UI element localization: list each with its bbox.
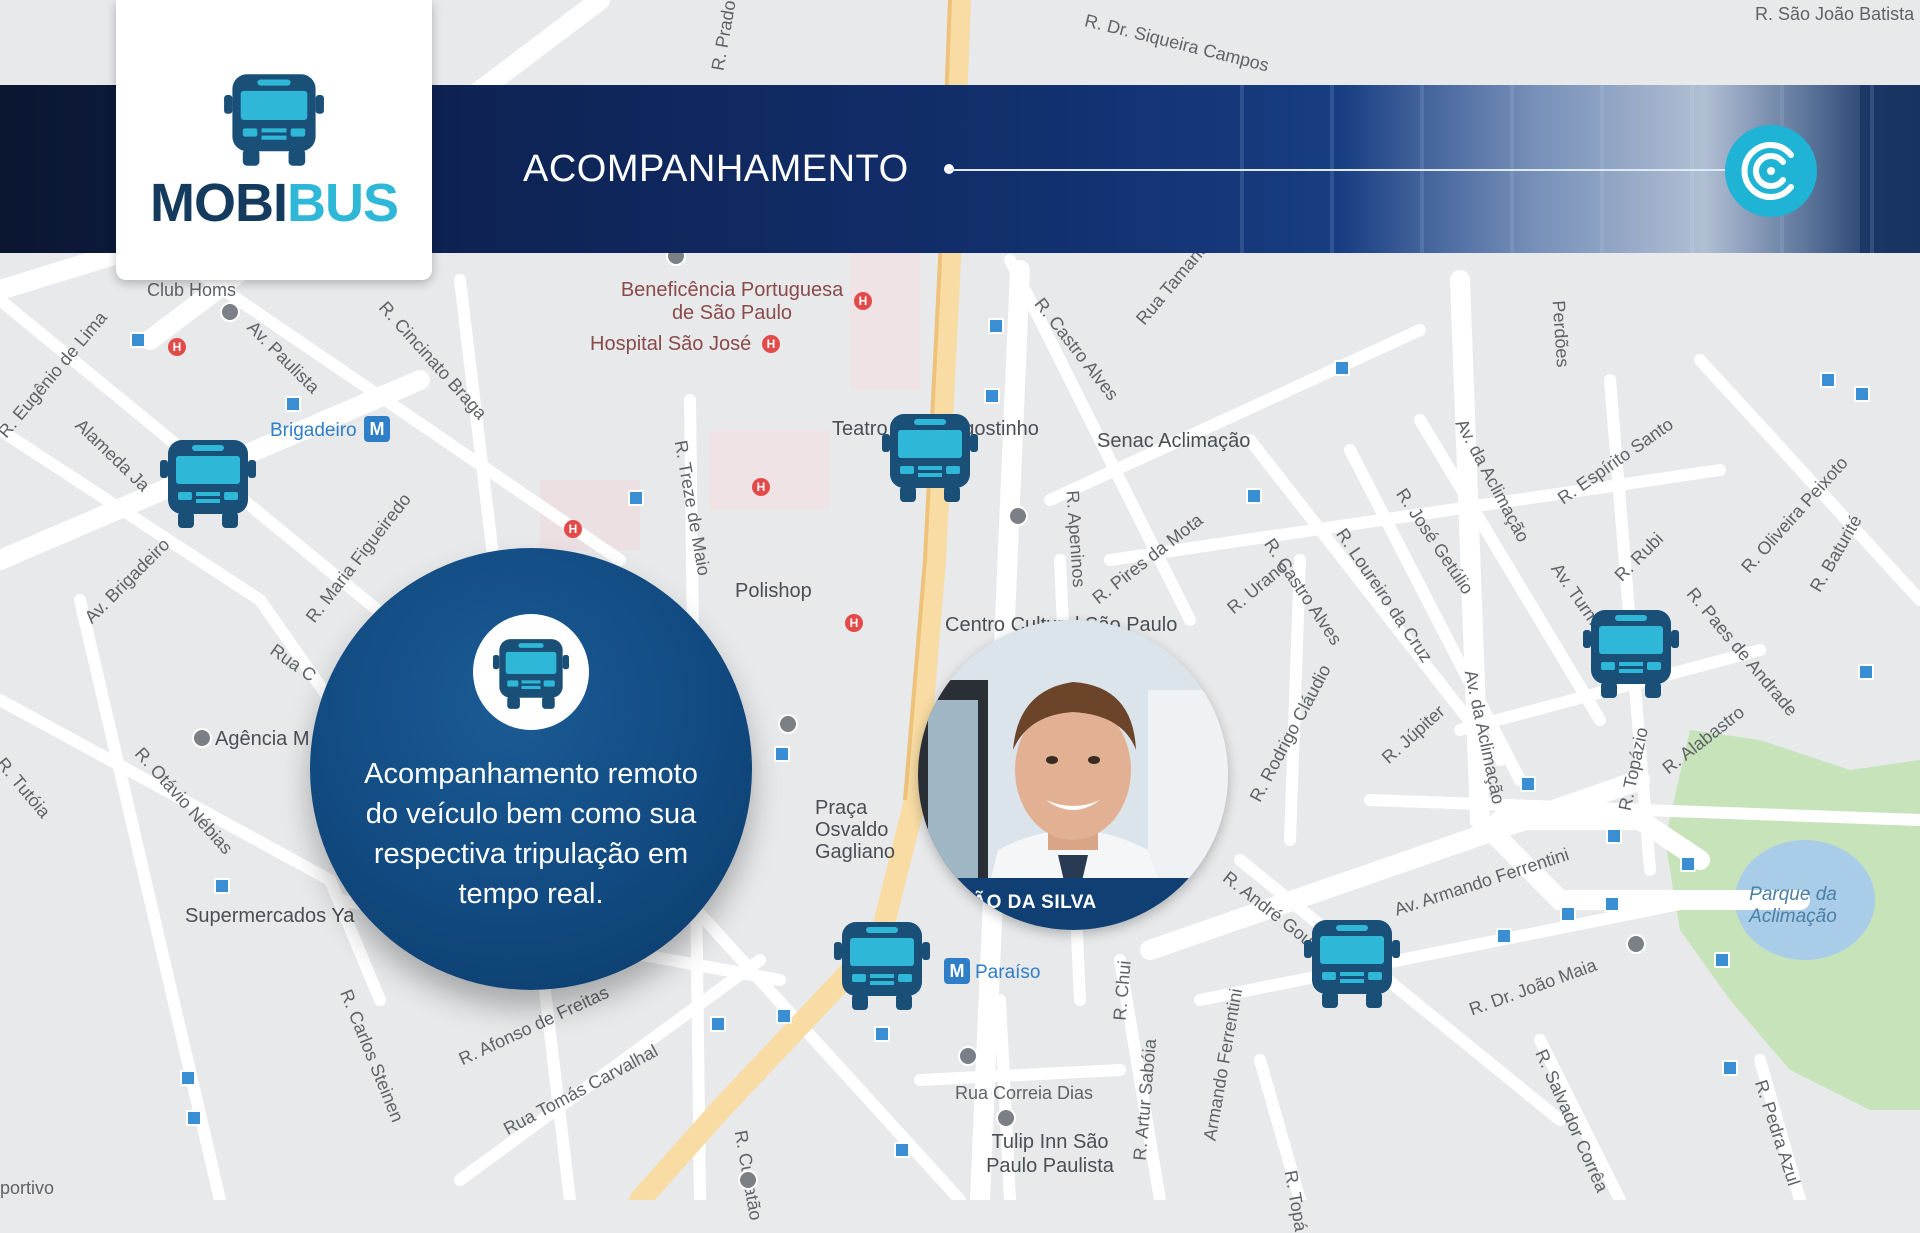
transit-stop-icon[interactable] xyxy=(1722,1060,1738,1076)
logo-card[interactable]: MOBIBUS xyxy=(116,0,432,280)
transit-stop-icon[interactable] xyxy=(214,878,230,894)
place-icon[interactable] xyxy=(778,714,798,734)
street-label: R. São João Batista xyxy=(1755,4,1915,24)
poi-label: Agência M xyxy=(215,728,310,750)
info-bus-badge xyxy=(473,614,589,730)
bus-icon xyxy=(224,74,324,166)
hospital-icon[interactable]: H xyxy=(762,335,780,353)
metro-icon[interactable]: M xyxy=(364,416,390,442)
transit-stop-icon[interactable] xyxy=(1714,952,1730,968)
transit-stop-icon[interactable] xyxy=(628,490,644,506)
transit-stop-icon[interactable] xyxy=(1520,776,1536,792)
transit-stop-icon[interactable] xyxy=(1496,928,1512,944)
transit-stop-icon[interactable] xyxy=(1334,360,1350,376)
bus-icon xyxy=(493,639,569,709)
poi-label: Senac Aclimação xyxy=(1097,430,1251,452)
transit-stop-icon[interactable] xyxy=(186,1110,202,1126)
bus-icon[interactable] xyxy=(1302,916,1402,1012)
transit-stop-icon[interactable] xyxy=(1604,896,1620,912)
hospital-icon[interactable]: H xyxy=(564,520,582,538)
place-icon[interactable] xyxy=(220,302,240,322)
hospital-icon[interactable]: H xyxy=(854,292,872,310)
transit-stop-icon[interactable] xyxy=(984,388,1000,404)
transit-stop-icon[interactable] xyxy=(710,1016,726,1032)
transit-stop-icon[interactable] xyxy=(1680,856,1696,872)
place-icon[interactable] xyxy=(1626,934,1646,954)
transit-stop-icon[interactable] xyxy=(1820,372,1836,388)
page-title: ACOMPANHAMENTO xyxy=(523,148,909,190)
transit-stop-icon[interactable] xyxy=(874,1026,890,1042)
metro-label: Brigadeiro xyxy=(270,420,357,441)
transit-stop-icon[interactable] xyxy=(1560,906,1576,922)
transit-stop-icon[interactable] xyxy=(894,1142,910,1158)
info-description: Acompanhamento remoto do veículo bem com… xyxy=(364,758,698,910)
transit-stop-icon[interactable] xyxy=(774,746,790,762)
transit-stop-icon[interactable] xyxy=(285,396,301,412)
place-icon[interactable] xyxy=(738,1170,758,1190)
poi-label: Polishop xyxy=(735,580,812,602)
bus-icon[interactable] xyxy=(158,436,258,532)
poi-label: Supermercados Ya xyxy=(185,905,355,927)
hospital-icon[interactable]: H xyxy=(845,614,863,632)
transit-stop-icon[interactable] xyxy=(1858,664,1874,680)
poi-label: Hospital São José xyxy=(590,333,752,355)
info-bubble: Acompanhamento remoto do veículo bem com… xyxy=(310,548,752,990)
street-label: Rua Correia Dias xyxy=(955,1083,1094,1103)
transit-stop-icon[interactable] xyxy=(130,332,146,348)
transit-stop-icon[interactable] xyxy=(1854,386,1870,402)
poi-label: Beneficência Portuguesa de São Paulo xyxy=(620,279,844,324)
transit-stop-icon[interactable] xyxy=(180,1070,196,1086)
brand-name-part2: BUS xyxy=(286,173,399,233)
poi-label: Praça Osvaldo Gagliano xyxy=(815,797,896,863)
transit-stop-icon[interactable] xyxy=(988,318,1004,334)
transit-stop-icon[interactable] xyxy=(1606,828,1622,844)
driver-name: JOÃO DA SILVA xyxy=(946,892,1097,913)
metro-label: Paraíso xyxy=(975,962,1041,983)
place-icon[interactable] xyxy=(192,728,212,748)
hospital-icon[interactable]: H xyxy=(168,338,186,356)
place-icon[interactable] xyxy=(1008,506,1028,526)
bus-icon[interactable] xyxy=(832,918,932,1014)
bus-icon[interactable] xyxy=(880,410,980,506)
place-icon[interactable] xyxy=(958,1046,978,1066)
transit-stop-icon[interactable] xyxy=(776,1008,792,1024)
brand-c-icon[interactable] xyxy=(1725,125,1817,217)
place-icon[interactable] xyxy=(996,1108,1016,1128)
hospital-icon[interactable]: H xyxy=(752,478,770,496)
poi-label: Tulip Inn São Paulo Paulista xyxy=(986,1131,1114,1177)
driver-name-bar: JOÃO DA SILVA xyxy=(918,878,1228,930)
street-label: Club Homs xyxy=(147,280,237,300)
bus-icon[interactable] xyxy=(1581,606,1681,702)
brand-name-part1: MOBI xyxy=(149,173,288,233)
metro-icon[interactable]: M xyxy=(944,958,970,984)
street-label: portivo xyxy=(0,1178,55,1198)
transit-stop-icon[interactable] xyxy=(1246,488,1262,504)
header-line xyxy=(948,169,1730,171)
park-label: Parque da Aclimação xyxy=(1749,884,1837,927)
driver-card[interactable]: JOÃO DA SILVA xyxy=(918,620,1228,930)
brand-logo-text: MOBIBUS xyxy=(116,172,432,234)
